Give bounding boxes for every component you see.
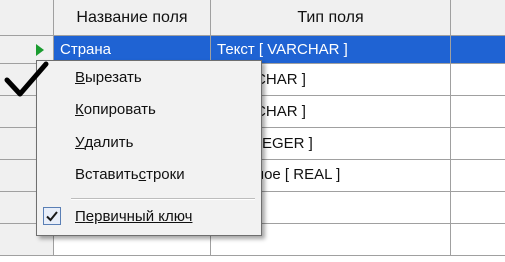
empty-cell <box>451 64 505 96</box>
row-indicator-header <box>0 0 54 36</box>
menu-item-cut[interactable]: Вырезать <box>75 66 142 88</box>
column-header-empty <box>451 0 505 36</box>
menu-item-copy[interactable]: Копировать <box>75 98 156 120</box>
menu-item-copy-accel: К <box>75 100 84 118</box>
empty-cell <box>451 224 505 256</box>
menu-item-insert-accel: с <box>138 165 147 183</box>
menu-item-insert-label: троки <box>146 165 185 183</box>
menu-item-cut-label: ырезать <box>85 68 142 86</box>
current-row-pointer-icon <box>36 44 44 56</box>
menu-item-copy-label: опировать <box>83 100 156 118</box>
context-menu: Вырезать Копировать Удалить Вставить с тр… <box>36 60 262 236</box>
menu-item-primary-key-label: ервичный ключ <box>85 207 193 225</box>
column-header-field-type[interactable]: Тип поля <box>211 0 451 36</box>
menu-item-cut-accel: В <box>75 68 86 86</box>
menu-item-primary-key-accel: П <box>75 207 86 225</box>
menu-separator <box>71 198 255 200</box>
checkmark-icon <box>4 61 49 97</box>
menu-item-delete-label: далить <box>84 133 134 151</box>
menu-item-primary-key[interactable]: Первичный ключ <box>75 205 192 227</box>
column-header-field-name[interactable]: Название поля <box>54 0 211 36</box>
empty-cell <box>451 36 505 64</box>
empty-cell <box>451 160 505 192</box>
empty-cell <box>451 96 505 128</box>
empty-cell <box>451 128 505 160</box>
primary-key-check-icon <box>43 207 61 225</box>
menu-item-insert-prefix: Вставить <box>75 165 139 183</box>
menu-item-delete[interactable]: Удалить <box>75 131 133 153</box>
menu-item-insert-rows[interactable]: Вставить с троки <box>75 163 185 185</box>
empty-cell <box>451 192 505 224</box>
menu-item-delete-accel: У <box>75 133 85 151</box>
